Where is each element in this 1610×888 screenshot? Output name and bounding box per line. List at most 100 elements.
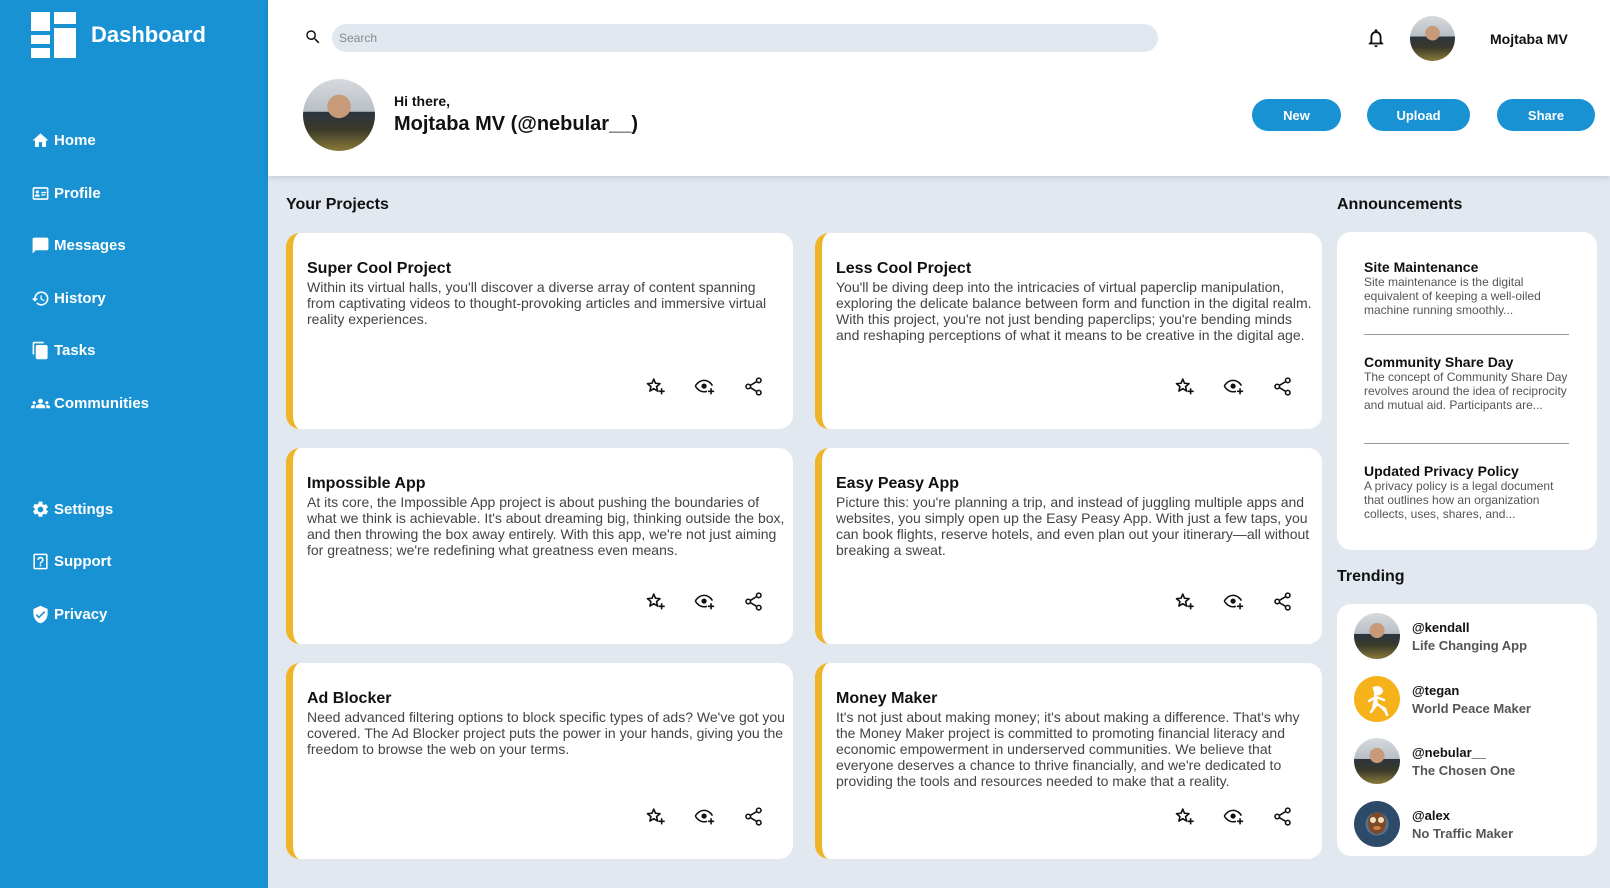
sidebar-item-label: Communities	[54, 395, 150, 412]
sidebar-item-label: History	[54, 290, 106, 307]
share-icon[interactable]	[1272, 806, 1293, 827]
search-icon[interactable]	[304, 28, 322, 46]
file-icon	[32, 341, 48, 360]
sidebar-item-label: Tasks	[54, 342, 96, 359]
upload-button[interactable]: Upload	[1367, 99, 1470, 131]
sidebar-item-communities[interactable]: Communities	[31, 394, 149, 413]
home-icon	[32, 133, 49, 147]
announcement-item[interactable]: Updated Privacy Policy A privacy policy …	[1364, 463, 1569, 521]
project-description: Picture this: you're planning a trip, an…	[836, 494, 1310, 558]
sidebar-item-tasks[interactable]: Tasks	[31, 341, 95, 360]
share-icon[interactable]	[1272, 591, 1293, 612]
avatar	[1354, 676, 1400, 722]
project-card[interactable]: Ad Blocker Need advanced filtering option…	[286, 663, 793, 859]
star-add-icon[interactable]	[1174, 591, 1195, 612]
announcement-title: Updated Privacy Policy	[1364, 463, 1519, 479]
eye-add-icon[interactable]	[694, 376, 715, 397]
share-icon[interactable]	[743, 806, 764, 827]
brand-title: Dashboard	[91, 22, 206, 47]
gear-icon	[33, 501, 48, 517]
announcement-text: Site maintenance is the digital equivale…	[1364, 275, 1541, 317]
project-description: Need advanced filtering options to block…	[307, 709, 785, 757]
trending-item[interactable]: @tegan World Peace Maker	[1354, 676, 1531, 722]
search-input[interactable]	[332, 24, 1158, 52]
trending-panel: @kendall Life Changing App @tegan World …	[1337, 604, 1597, 856]
sidebar-item-settings[interactable]: Settings	[31, 500, 113, 519]
profile-avatar	[303, 79, 375, 151]
star-add-icon[interactable]	[645, 591, 666, 612]
project-description: You'll be diving deep into the intricaci…	[836, 279, 1312, 343]
announcement-text: A privacy policy is a legal document tha…	[1364, 479, 1554, 521]
trending-handle: @nebular__	[1412, 744, 1487, 760]
sidebar-item-label: Privacy	[54, 606, 108, 623]
star-add-icon[interactable]	[1174, 806, 1195, 827]
project-actions	[645, 376, 764, 397]
trending-item[interactable]: @kendall Life Changing App	[1354, 613, 1527, 659]
eye-add-icon[interactable]	[694, 806, 715, 827]
sidebar-item-support[interactable]: Support	[31, 552, 112, 571]
eye-add-icon[interactable]	[1223, 591, 1244, 612]
sidebar-item-home[interactable]: Home	[31, 131, 96, 150]
project-card[interactable]: Less Cool Project You'll be diving deep i…	[815, 233, 1322, 429]
sidebar-item-history[interactable]: History	[31, 289, 106, 308]
trending-title: Trending	[1337, 568, 1405, 585]
greeting: Hi there,	[394, 93, 451, 109]
project-title: Money Maker	[836, 690, 938, 707]
people-icon	[31, 398, 50, 409]
history-icon	[31, 291, 49, 306]
project-card[interactable]: Money Maker It's not just about making mo…	[815, 663, 1322, 859]
sidebar-item-profile[interactable]: Profile	[31, 184, 101, 203]
share-icon[interactable]	[743, 591, 764, 612]
sidebar-item-label: Settings	[54, 501, 114, 518]
dashboard-logo-icon	[31, 12, 76, 58]
project-card[interactable]: Impossible App At its core, the Impossibl…	[286, 448, 793, 644]
divider	[1364, 443, 1569, 444]
star-add-icon[interactable]	[645, 806, 666, 827]
new-button[interactable]: New	[1252, 99, 1341, 131]
user-name: Mojtaba MV	[1490, 31, 1568, 47]
project-actions	[645, 806, 764, 827]
project-card[interactable]: Super Cool Project Within its virtual hal…	[286, 233, 793, 429]
eye-add-icon[interactable]	[1223, 376, 1244, 397]
share-icon[interactable]	[1272, 376, 1293, 397]
sidebar-item-label: Messages	[54, 237, 126, 254]
avatar	[1354, 613, 1400, 659]
profile-card-icon	[32, 187, 49, 200]
bell-icon[interactable]	[1365, 27, 1387, 49]
project-description: It's not just about making money; it's a…	[836, 709, 1300, 789]
sidebar-item-label: Support	[54, 553, 112, 570]
announcement-item[interactable]: Site Maintenance Site maintenance is the…	[1364, 259, 1569, 317]
project-title: Less Cool Project	[836, 260, 972, 277]
header: Mojtaba MV Hi there, Mojtaba MV (@nebula…	[268, 0, 1610, 176]
user-avatar[interactable]	[1410, 16, 1455, 61]
announcement-text: The concept of Community Share Day revol…	[1364, 370, 1568, 412]
project-description: Within its virtual halls, you'll discove…	[307, 279, 767, 327]
sidebar-item-label: Profile	[54, 185, 101, 202]
project-card[interactable]: Easy Peasy App Picture this: you're plann…	[815, 448, 1322, 644]
share-button[interactable]: Share	[1497, 99, 1595, 131]
project-actions	[1174, 591, 1293, 612]
project-title: Impossible App	[307, 475, 426, 492]
share-icon[interactable]	[743, 376, 764, 397]
project-title: Easy Peasy App	[836, 475, 960, 492]
sidebar-item-privacy[interactable]: Privacy	[31, 605, 107, 624]
eye-add-icon[interactable]	[1223, 806, 1244, 827]
sidebar-item-label: Home	[54, 132, 96, 149]
trending-project: No Traffic Maker	[1412, 825, 1514, 841]
trending-item[interactable]: @alex No Traffic Maker	[1354, 801, 1513, 847]
announcement-title: Site Maintenance	[1364, 259, 1479, 275]
star-add-icon[interactable]	[645, 376, 666, 397]
eye-add-icon[interactable]	[694, 591, 715, 612]
announcement-item[interactable]: Community Share Day The concept of Commu…	[1364, 354, 1569, 412]
shield-icon	[33, 605, 48, 624]
star-add-icon[interactable]	[1174, 376, 1195, 397]
message-icon	[32, 237, 49, 254]
avatar	[1354, 738, 1400, 784]
divider	[1364, 334, 1569, 335]
project-title: Ad Blocker	[307, 690, 392, 707]
project-actions	[645, 591, 764, 612]
brand[interactable]: Dashboard	[31, 12, 206, 58]
trending-item[interactable]: @nebular__ The Chosen One	[1354, 738, 1515, 784]
trending-project: World Peace Maker	[1412, 700, 1531, 716]
sidebar-item-messages[interactable]: Messages	[31, 236, 126, 255]
